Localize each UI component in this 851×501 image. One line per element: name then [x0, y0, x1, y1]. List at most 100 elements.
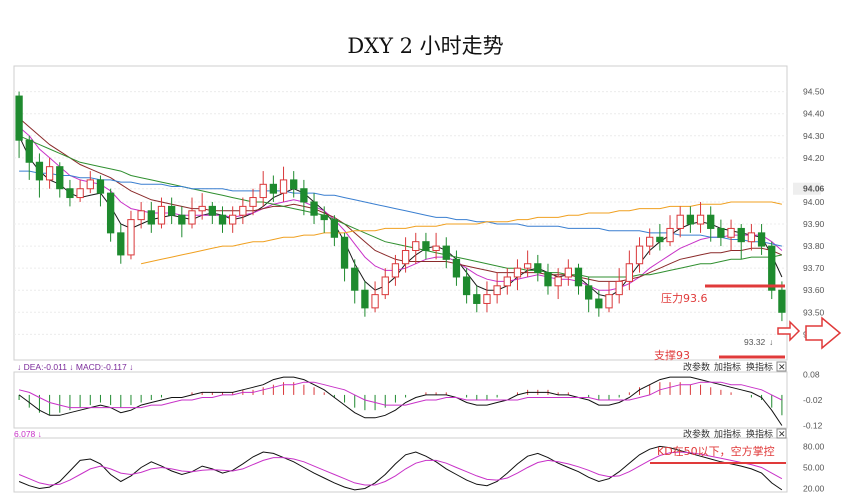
kd-tick-label: 80.00: [803, 441, 825, 451]
candle-body: [503, 276, 511, 287]
candle-body: [401, 250, 410, 265]
candle-body: [137, 210, 145, 221]
candle-body: [595, 298, 603, 309]
candle-body: [310, 201, 318, 216]
candle-body: [147, 210, 155, 225]
candle-body: [239, 205, 247, 216]
candle-body: [737, 227, 745, 243]
kd-tick-label: 20.00: [803, 483, 825, 493]
macd-close-icon: ✕: [778, 363, 786, 373]
candle-body: [259, 183, 267, 199]
candle-body: [371, 294, 379, 309]
candle-body: [635, 245, 644, 265]
support-label: 支撑93: [654, 348, 690, 362]
macd-tick-label: 0.08: [803, 370, 820, 380]
chart-frame: [13, 65, 788, 493]
right-arrow-icon: [805, 316, 842, 350]
candle-body: [666, 227, 674, 243]
candle-body: [330, 219, 339, 238]
candle-body: [534, 263, 542, 274]
candle-body: [646, 236, 654, 247]
candle-body: [178, 214, 186, 225]
candle: [768, 241, 776, 300]
resistance-label: 压力93.6: [661, 292, 708, 305]
candle-body: [462, 276, 471, 296]
macd-params-button: 改参数: [683, 361, 710, 373]
candle-body: [300, 188, 308, 203]
candle-body: [422, 241, 430, 252]
candle-body: [747, 232, 756, 243]
dxy-chart: 94.50 94.40 94.30 94.20 94.06 94.00 93.90 93.80…: [13, 65, 842, 493]
price-tick-label: 94.40: [803, 109, 825, 119]
candle-body: [188, 210, 196, 225]
candle-body: [249, 197, 257, 207]
candle-body: [727, 227, 735, 238]
candle-body: [25, 139, 33, 163]
candle-body: [106, 192, 115, 234]
candle-body: [127, 219, 135, 256]
kd-note-label: KD在50以下，空方掌控: [657, 444, 775, 458]
candle-body: [513, 267, 522, 278]
candle-body: [686, 214, 695, 225]
candle-body: [198, 205, 206, 212]
candle-body: [615, 280, 623, 296]
candle-body: [574, 267, 583, 287]
price-tick-label: 93.90: [803, 219, 825, 229]
price-axis: 94.50 94.40 94.30 94.20 94.06 94.00 93.90 93.80…: [793, 87, 825, 339]
candle-body: [707, 214, 715, 229]
candle-body: [778, 289, 786, 313]
price-tick-label: 94.20: [803, 153, 825, 163]
kd-params-button: 改参数: [683, 428, 710, 440]
candle-body: [696, 214, 705, 225]
candle-body: [157, 205, 166, 225]
price-tick-label: 94.06: [803, 184, 825, 194]
macd-add-indicator-button: 加指标: [714, 361, 741, 373]
candle-body: [269, 183, 278, 194]
kd-close-icon: ✕: [778, 430, 786, 440]
kd-tick-label: 50.00: [803, 462, 825, 472]
candle-body: [229, 214, 237, 225]
candle-body: [218, 214, 227, 225]
kd-label: 6.078 ↓: [14, 429, 42, 439]
candle-body: [768, 245, 776, 291]
price-tick-label: 93.50: [803, 307, 825, 317]
candle-body: [717, 227, 725, 238]
candle-body: [56, 166, 64, 190]
candle-body: [86, 179, 94, 190]
candle-body: [544, 272, 552, 287]
macd-panel-border: [13, 371, 788, 429]
macd-tick-label: -0.12: [803, 420, 823, 430]
candle-body: [605, 294, 613, 309]
macd-label: ↓ DEA:-0.011 ↓ MACD:-0.117 ↓: [17, 362, 133, 372]
candle-body: [290, 179, 298, 190]
macd-tick-label: -0.02: [803, 395, 823, 405]
candle-body: [442, 245, 450, 260]
candle-body: [585, 285, 593, 300]
candle-body: [625, 263, 634, 282]
candle-body: [757, 232, 766, 247]
candle-body: [452, 258, 461, 278]
candle-body: [493, 285, 501, 296]
low-arrow-icon: ↓: [769, 337, 773, 347]
candle-body: [15, 95, 23, 141]
candle-body: [96, 179, 105, 194]
candle-body: [483, 294, 491, 304]
candle-body: [45, 166, 54, 181]
price-tick-label: 94.00: [803, 197, 825, 207]
candle-body: [167, 205, 176, 216]
price-tick-label: 93.80: [803, 241, 825, 251]
price-tick-label: 94.30: [803, 131, 825, 141]
candle-body: [381, 276, 389, 296]
candle-body: [340, 236, 349, 269]
price-tick-label: 93.60: [803, 285, 825, 295]
candle-body: [76, 188, 84, 199]
candle-body: [523, 263, 532, 269]
candle-body: [554, 276, 562, 287]
macd-switch-indicator-button: 换指标: [746, 361, 773, 373]
candle-body: [676, 214, 684, 229]
candle-body: [432, 245, 440, 252]
candle-body: [564, 267, 572, 278]
candle-body: [117, 232, 125, 256]
price-tick-label: 94.50: [803, 87, 825, 97]
candle-body: [66, 188, 74, 199]
